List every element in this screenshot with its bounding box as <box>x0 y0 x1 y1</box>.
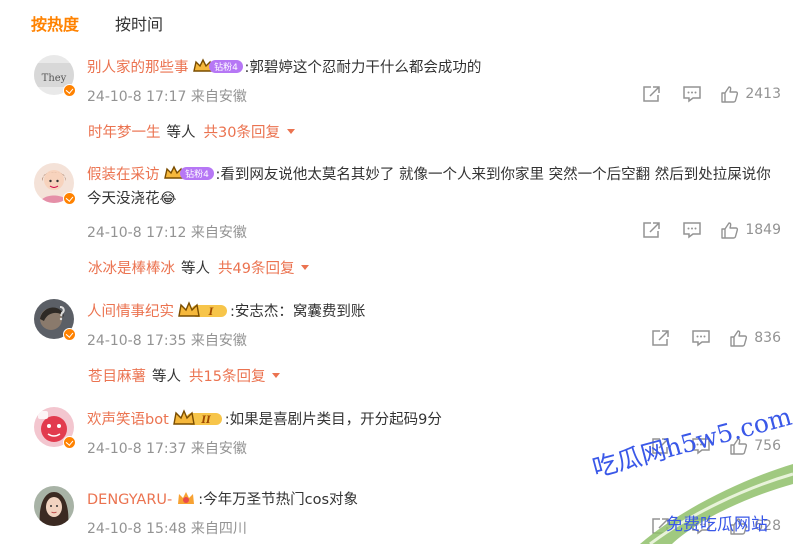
comment-actions: 628 <box>651 517 781 535</box>
like-count: 628 <box>754 518 781 534</box>
verified-badge-icon <box>63 192 76 205</box>
reply-count: 共15条回复 <box>189 369 266 385</box>
laughing-emoji-icon: 😂 <box>159 191 177 207</box>
comment-username[interactable]: 别人家的那些事 <box>87 60 189 76</box>
comment-text: :如果是喜剧片类目，开分起码9分 <box>224 412 442 428</box>
thumbs-up-icon <box>730 438 748 455</box>
sort-tabs: 按热度 按时间 <box>31 10 163 36</box>
comment-meta: 24-10-8 15:48 来自四川 <box>87 521 247 537</box>
reply-mid-text: 等人 <box>166 125 196 141</box>
chevron-down-icon <box>286 129 295 134</box>
tab-by-time[interactable]: 按时间 <box>115 11 163 35</box>
like-count: 2413 <box>745 86 781 102</box>
fan-badge-icon[interactable]: 钻粉4 <box>163 164 215 182</box>
comment-text: :郭碧婷这个忍耐力干什么都会成功的 <box>244 60 482 76</box>
like-count: 756 <box>754 438 781 454</box>
comment-meta: 24-10-8 17:17 来自安徽 <box>87 89 247 105</box>
comment-icon[interactable] <box>691 329 711 347</box>
tab-by-hot[interactable]: 按热度 <box>31 11 79 35</box>
comment-icon[interactable] <box>691 437 711 455</box>
like-button[interactable]: 2413 <box>720 85 781 103</box>
reply-count: 共30条回复 <box>203 125 280 141</box>
comment-icon[interactable] <box>682 85 702 103</box>
share-icon[interactable] <box>651 517 671 535</box>
comment-text: :安志杰：窝囊费到账 <box>230 304 366 320</box>
comment-actions: 756 <box>651 437 781 455</box>
reply-mid-text: 等人 <box>181 261 210 277</box>
comment-actions: 1849 <box>642 221 781 239</box>
fan-badge-icon[interactable]: 钻粉4 <box>192 57 244 75</box>
like-button[interactable]: 1849 <box>720 221 781 239</box>
like-button[interactable]: 628 <box>729 517 781 535</box>
comment-username[interactable]: DENGYARU- <box>87 492 172 508</box>
reply-user: 苍目麻薯 <box>88 369 146 385</box>
verified-badge-icon <box>63 328 76 341</box>
avatar-text: They <box>42 73 67 84</box>
thumbs-up-icon <box>721 222 739 239</box>
share-icon[interactable] <box>642 221 662 239</box>
comment-icon[interactable] <box>691 517 711 535</box>
share-icon[interactable] <box>651 329 671 347</box>
fan-badge-icon[interactable]: I <box>177 301 229 319</box>
avatar[interactable] <box>34 486 74 526</box>
reply-count: 共49条回复 <box>218 261 295 277</box>
thumbs-up-icon <box>730 518 748 535</box>
comment-username[interactable]: 人间情事纪实 <box>87 304 174 320</box>
comment-username[interactable]: 欢声笑语bot <box>87 412 169 428</box>
comment-meta: 24-10-8 17:37 来自安徽 <box>87 441 247 457</box>
like-count: 836 <box>754 330 781 346</box>
comment-meta: 24-10-8 17:12 来自安徽 <box>87 225 247 241</box>
reply-user: 时年梦一生 <box>88 125 161 141</box>
reply-user: 冰冰是棒棒冰 <box>88 261 175 277</box>
svg-text:II: II <box>200 415 211 426</box>
comment-text: :今年万圣节热门cos对象 <box>198 492 359 508</box>
chevron-down-icon <box>301 265 310 270</box>
comment-icon[interactable] <box>682 221 702 239</box>
svg-text:钻粉4: 钻粉4 <box>185 168 209 180</box>
verified-badge-icon <box>63 84 76 97</box>
thumbs-up-icon <box>721 86 739 103</box>
thumbs-up-icon <box>730 330 748 347</box>
crown-badge-icon[interactable] <box>175 489 197 507</box>
share-icon[interactable] <box>651 437 671 455</box>
like-count: 1849 <box>745 222 781 238</box>
comment-actions: 2413 <box>642 85 781 103</box>
replies-summary[interactable]: 时年梦一生 等人 共30条回复 <box>88 121 295 142</box>
replies-summary[interactable]: 苍目麻薯 等人 共15条回复 <box>88 365 281 386</box>
comment-username[interactable]: 假装在采访 <box>87 167 160 183</box>
like-button[interactable]: 836 <box>729 329 781 347</box>
svg-text:I: I <box>208 307 214 318</box>
replies-summary[interactable]: 冰冰是棒棒冰 等人 共49条回复 <box>88 257 310 278</box>
like-button[interactable]: 756 <box>729 437 781 455</box>
verified-badge-icon <box>63 436 76 449</box>
fan-badge-icon[interactable]: II <box>172 409 224 427</box>
svg-text:钻粉4: 钻粉4 <box>214 61 238 73</box>
share-icon[interactable] <box>642 85 662 103</box>
chevron-down-icon <box>272 373 281 378</box>
comment-actions: 836 <box>651 329 781 347</box>
comment-meta: 24-10-8 17:35 来自安徽 <box>87 333 247 349</box>
reply-mid-text: 等人 <box>152 369 181 385</box>
